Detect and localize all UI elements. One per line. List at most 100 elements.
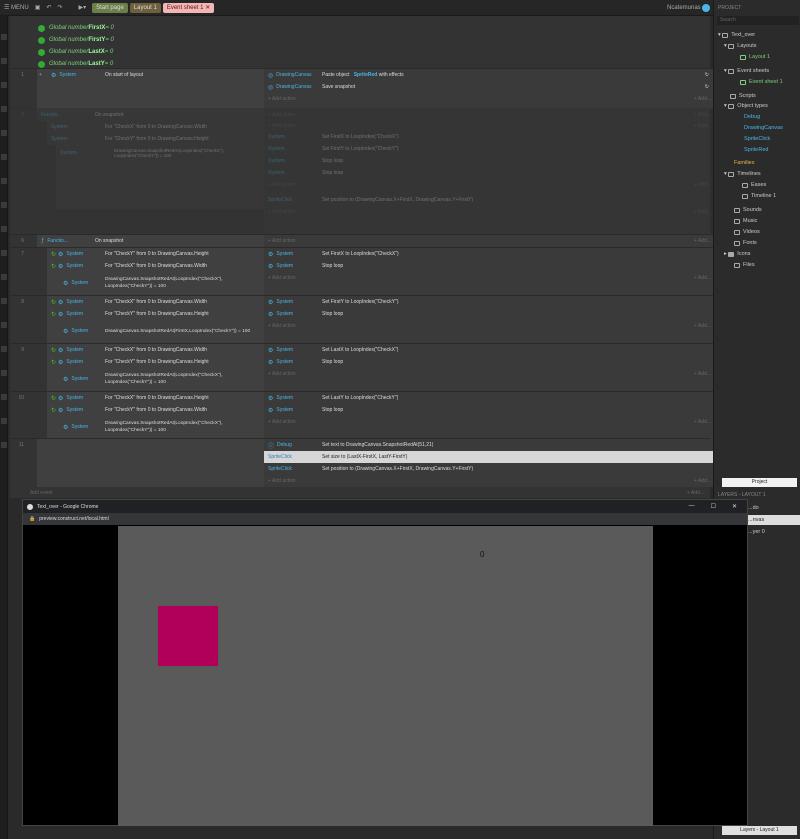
condition-row[interactable]: ⚙ System DrawingCanvas.SnapshotRedAt(LoopI… bbox=[47, 416, 264, 438]
tab-layers[interactable]: Layers - Layout 1 bbox=[722, 826, 797, 835]
action-row-selected[interactable]: SpriteClick Set size to (LastX-FirstX, La… bbox=[264, 451, 717, 463]
tree-eases[interactable]: Eases bbox=[714, 180, 800, 190]
tree-object-spriteclick[interactable]: SpriteClick bbox=[714, 134, 800, 144]
add-action-link[interactable]: + Add action + Add... bbox=[264, 179, 717, 190]
search-input[interactable]: Search bbox=[717, 16, 799, 25]
tree-object-types[interactable]: ▾ Object types bbox=[714, 101, 800, 111]
action-row[interactable]: ⚙ System Set LastY to LoopIndex("CheckY") bbox=[264, 392, 717, 404]
add-action-link[interactable]: + Add action + Add... bbox=[264, 120, 717, 131]
event-conditions[interactable]: ↻ ⚙ System For "CheckX" from 0 to DrawingCa… bbox=[47, 392, 264, 439]
event-2-disabled[interactable]: 2 Functio... On snapshot System For "Check… bbox=[10, 108, 717, 235]
tree-scripts[interactable]: Scripts bbox=[714, 91, 800, 101]
condition-row[interactable]: ↻ ⚙ System For "CheckY" from 0 to DrawingCa… bbox=[47, 404, 264, 416]
tab-event-sheet-1[interactable]: Event sheet 1 ✕ bbox=[162, 2, 215, 13]
minimize-icon[interactable]: — bbox=[689, 503, 695, 510]
save-icon[interactable]: ▣ bbox=[35, 4, 41, 11]
global-var-firsty[interactable]: Global number FirstY = 0 bbox=[10, 34, 710, 46]
loop-conditions[interactable]: System For "CheckX" from 0 to DrawingCanv… bbox=[47, 121, 264, 145]
event-conditions[interactable]: ↻ ⚙ System For "CheckY" from 0 to DrawingCa… bbox=[47, 248, 264, 295]
event-9[interactable]: 9 ↻ ⚙ System For "CheckX" from 0 to Drawing… bbox=[10, 343, 717, 391]
condition-row[interactable]: ↻ ⚙ System For "CheckX" from 0 to DrawingCa… bbox=[47, 344, 264, 356]
tree-event-sheets[interactable]: ▾ Event sheets bbox=[714, 66, 800, 76]
add-action-link[interactable]: + Add action + Add... bbox=[264, 93, 717, 104]
event-conditions[interactable]: + ⚙ System On start of layout bbox=[37, 69, 264, 109]
function-header[interactable]: ƒ Functio... On snapshot bbox=[37, 235, 264, 247]
subcondition[interactable]: System DrawingCanvas.SnapshotRedAt(LoopIn… bbox=[56, 145, 264, 209]
tree-icons[interactable]: ▸ Icons bbox=[714, 249, 800, 259]
event-conditions[interactable]: ↻ ⚙ System For "CheckX" from 0 to DrawingCa… bbox=[47, 344, 264, 391]
add-action-link[interactable]: + Add action + Add... bbox=[264, 475, 717, 486]
tree-timeline-1[interactable]: Timeline 1 bbox=[714, 191, 800, 201]
global-var-lastx[interactable]: Global number LastX = 0 bbox=[10, 46, 710, 58]
action-row[interactable]: ⚙ System Set LastX to LoopIndex("CheckX") bbox=[264, 344, 717, 356]
undo-icon[interactable]: ↶ bbox=[46, 4, 51, 11]
tree-object-debug[interactable]: Debug bbox=[714, 112, 800, 122]
menu-button[interactable]: ☰ MENU bbox=[4, 4, 29, 12]
add-action-link[interactable]: + Add action + Add... bbox=[264, 320, 717, 331]
add-action-link[interactable]: + Add action + Add... bbox=[264, 272, 717, 283]
condition-row[interactable]: ⚙ System DrawingCanvas.SnapshotRedAt(LoopI… bbox=[47, 368, 264, 390]
tree-object-spritered[interactable]: SpriteRed bbox=[714, 145, 800, 155]
event-6-function[interactable]: 6 ƒ Functio... On snapshot + Add action + A… bbox=[10, 234, 717, 247]
game-canvas[interactable]: 0 bbox=[118, 526, 653, 826]
user-name[interactable]: Ncatemunas bbox=[667, 4, 711, 12]
tree-layout-1[interactable]: Layout 1 bbox=[714, 52, 800, 62]
tree-videos[interactable]: Videos bbox=[714, 227, 800, 237]
function-header[interactable]: Functio... On snapshot bbox=[37, 109, 264, 121]
condition-row[interactable]: ↻ ⚙ System For "CheckX" from 0 to DrawingCa… bbox=[47, 392, 264, 404]
event-8[interactable]: 8 ↻ ⚙ System For "CheckX" from 0 to Drawing… bbox=[10, 295, 717, 343]
add-event-link[interactable]: Add event + Add... bbox=[26, 487, 710, 498]
tree-event-sheet-1[interactable]: Event sheet 1 bbox=[714, 77, 800, 87]
condition-row[interactable]: + ⚙ System On start of layout bbox=[37, 69, 264, 81]
action-row[interactable]: ⚙ System Stop loop bbox=[264, 260, 717, 272]
action-row[interactable]: ⓘ Debug Set text to DrawingCanvas.Snapshot… bbox=[264, 439, 717, 451]
action-row[interactable]: SpriteClick Set position to (DrawingCanva… bbox=[264, 463, 717, 475]
tree-root[interactable]: ▾ Text_over bbox=[714, 30, 800, 40]
tree-fonts[interactable]: Fonts bbox=[714, 238, 800, 248]
refresh-icon[interactable]: ↻ bbox=[705, 84, 709, 90]
tree-sounds[interactable]: Sounds bbox=[714, 205, 800, 215]
event-conditions[interactable]: ↻ ⚙ System For "CheckX" from 0 to DrawingCa… bbox=[47, 296, 264, 343]
condition-row[interactable]: ⚙ System DrawingCanvas.SnapshotRedAt(LoopI… bbox=[47, 272, 264, 294]
event-1[interactable]: 1 + ⚙ System On start of layout ◎ DrawingCan… bbox=[10, 68, 717, 109]
add-action-link[interactable]: + Add action + Add... bbox=[264, 235, 717, 246]
address-bar[interactable]: 🔒 preview.construct.net/local.html bbox=[23, 513, 747, 525]
tree-object-drawingcanvas[interactable]: DrawingCanvas bbox=[714, 123, 800, 133]
play-icon[interactable]: ▶▾ bbox=[78, 4, 86, 11]
condition-row[interactable]: ↻ ⚙ System For "CheckY" from 0 to DrawingCa… bbox=[47, 248, 264, 260]
global-var-firstx[interactable]: Global number FirstX = 0 bbox=[10, 22, 710, 34]
condition-row[interactable]: ⚙ System DrawingCanvas.SnapshotRedAt(First… bbox=[47, 320, 264, 342]
close-icon[interactable]: ✕ bbox=[205, 4, 210, 11]
add-action-link[interactable]: + Add action + Add... bbox=[264, 109, 717, 120]
action-row[interactable]: ⚙ System Stop loop bbox=[264, 308, 717, 320]
redo-icon[interactable]: ↷ bbox=[57, 4, 62, 11]
tab-layout-1[interactable]: Layout 1 bbox=[129, 2, 161, 13]
action-row[interactable]: ⚙ System Stop loop bbox=[264, 404, 717, 416]
close-icon[interactable]: ✕ bbox=[732, 503, 737, 510]
action-row[interactable]: ◎ DrawingCanvas Save snapshot ↻ bbox=[264, 81, 717, 93]
event-conditions-empty[interactable] bbox=[37, 439, 264, 487]
tab-start-page[interactable]: Start page bbox=[92, 2, 128, 13]
action-row[interactable]: ⚙ System Set FirstX to LoopIndex("CheckX") bbox=[264, 248, 717, 260]
tree-timelines[interactable]: ▾ Timelines bbox=[714, 169, 800, 179]
condition-row[interactable]: ↻ ⚙ System For "CheckY" from 0 to DrawingCa… bbox=[47, 308, 264, 320]
event-11[interactable]: 11 ⓘ Debug Set text to DrawingCanvas.Snaps… bbox=[10, 438, 717, 487]
tab-project[interactable]: Project bbox=[722, 478, 797, 487]
event-7[interactable]: 7 ↻ ⚙ System For "CheckY" from 0 to Drawing… bbox=[10, 247, 717, 295]
condition-row[interactable]: ↻ ⚙ System For "CheckX" from 0 to DrawingCa… bbox=[47, 260, 264, 272]
tree-files[interactable]: Files bbox=[714, 260, 800, 270]
action-row[interactable]: ◎ DrawingCanvas Paste object SpriteRed wit… bbox=[264, 69, 717, 81]
maximize-icon[interactable]: ☐ bbox=[711, 503, 716, 510]
tree-layouts[interactable]: ▾ Layouts bbox=[714, 41, 800, 51]
add-action-link[interactable]: + Add action + Add... bbox=[264, 368, 717, 379]
add-action-link[interactable]: + Add action + Add... bbox=[264, 416, 717, 427]
action-row[interactable]: ⚙ System Set FirstY to LoopIndex("CheckY") bbox=[264, 296, 717, 308]
condition-row[interactable]: ↻ ⚙ System For "CheckY" from 0 to DrawingCa… bbox=[47, 356, 264, 368]
add-action-link[interactable]: + Add action + Add... bbox=[264, 206, 717, 217]
tree-families[interactable]: Families bbox=[714, 158, 800, 168]
condition-row[interactable]: ↻ ⚙ System For "CheckX" from 0 to DrawingCa… bbox=[47, 296, 264, 308]
tree-music[interactable]: Music bbox=[714, 216, 800, 226]
event-10[interactable]: 10 ↻ ⚙ System For "CheckX" from 0 to Drawin… bbox=[10, 391, 717, 439]
action-row[interactable]: ⚙ System Stop loop bbox=[264, 356, 717, 368]
refresh-icon[interactable]: ↻ bbox=[705, 72, 709, 78]
